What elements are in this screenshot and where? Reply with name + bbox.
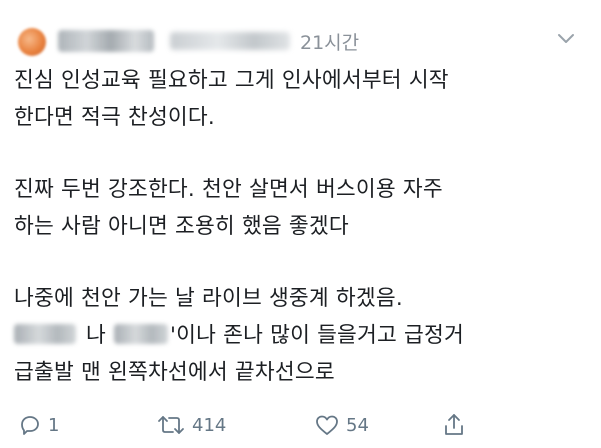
tweet-line: 나중에 천안 가는 날 라이브 생중계 하겠음. <box>14 286 403 311</box>
tweet-text: 진심 인성교육 필요하고 그게 인사에서부터 시작 한다면 적극 찬성이다. 진… <box>14 62 589 391</box>
like-count: 54 <box>346 414 369 436</box>
redacted-display-name[interactable] <box>58 30 154 52</box>
tweet-line: 한다면 적극 찬성이다. <box>14 105 215 130</box>
redacted-username[interactable] <box>170 32 290 50</box>
like-button[interactable]: 54 <box>314 410 369 440</box>
share-icon <box>445 414 463 435</box>
chevron-down-icon[interactable] <box>557 32 575 46</box>
tweet-line: 진심 인성교육 필요하고 그게 인사에서부터 시작 <box>14 68 449 93</box>
retweet-count: 414 <box>192 414 227 436</box>
redacted-word <box>113 324 168 344</box>
retweet-button[interactable]: 414 <box>156 410 226 440</box>
retweet-icon <box>158 416 184 434</box>
tweet-line: 진짜 두번 강조한다. 천안 살면서 버스이용 자주 <box>14 177 443 202</box>
tweet-action-bar: 1 414 54 <box>18 410 578 440</box>
share-button[interactable] <box>442 410 466 440</box>
heart-icon <box>316 415 338 435</box>
tweet-line-with-redactions: 나 '이나 존나 많이 들을거고 급정거 <box>14 317 589 354</box>
tweet-fragment: 나 <box>86 323 106 348</box>
avatar[interactable] <box>18 28 46 56</box>
reply-icon <box>21 416 39 435</box>
tweet-fragment: '이나 존나 많이 들을거고 급정거 <box>169 323 464 348</box>
tweet-header: 21시간 <box>14 22 587 56</box>
reply-count: 1 <box>48 414 60 436</box>
tweet-line: 급출발 맨 왼쪽차선에서 끝차선으로 <box>14 360 335 385</box>
tweet-line: 하는 사람 아니면 조용히 했음 좋겠다 <box>14 214 349 239</box>
reply-button[interactable]: 1 <box>18 410 59 440</box>
tweet-timestamp[interactable]: 21시간 <box>300 28 359 55</box>
tweet-card: 21시간 진심 인성교육 필요하고 그게 인사에서부터 시작 한다면 적극 찬성… <box>0 0 601 448</box>
redacted-word <box>14 324 76 344</box>
